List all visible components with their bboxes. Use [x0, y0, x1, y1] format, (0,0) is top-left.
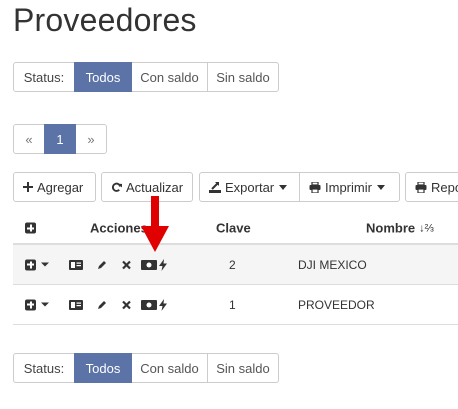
imprimir-label: Imprimir [325, 179, 372, 195]
pagination-next-button[interactable]: » [75, 124, 107, 154]
exportar-button[interactable]: Exportar [199, 172, 300, 202]
status-todos-button[interactable]: Todos [74, 62, 132, 92]
table-header: Acciones Clave Nombre ↓⅔ [13, 213, 458, 245]
page-title: Proveedores [13, 2, 197, 38]
row-expand-control[interactable] [25, 259, 49, 270]
header-nombre[interactable]: Nombre ↓⅔ [366, 221, 434, 236]
agregar-label: Agregar [37, 179, 84, 195]
row-expand-control[interactable] [25, 299, 49, 310]
reportes-button[interactable]: Repo [405, 172, 458, 202]
chevron-down-icon [376, 184, 385, 190]
table-row: 2 DJI MEXICO [13, 245, 458, 285]
refresh-icon [111, 182, 122, 193]
status-label: Status: [13, 353, 75, 383]
bolt-icon[interactable] [159, 258, 167, 271]
pagination-prev-button[interactable]: « [13, 124, 45, 154]
bolt-icon[interactable] [159, 298, 167, 311]
agregar-button[interactable]: Agregar [13, 172, 96, 202]
sort-alpha-icon: ↓⅔ [419, 222, 434, 234]
nombre-cell: DJI MEXICO [298, 257, 367, 272]
print-icon [415, 181, 427, 193]
header-clave[interactable]: Clave [216, 221, 251, 236]
plus-square-icon [25, 299, 36, 310]
plus-icon [23, 182, 33, 192]
money-icon[interactable] [141, 299, 157, 310]
actualizar-label: Actualizar [126, 179, 184, 195]
export-print-group: Exportar Imprimir [199, 172, 400, 202]
status-filter-top: Status: Todos Con saldo Sin saldo [13, 62, 279, 92]
export-icon [209, 181, 221, 193]
reportes-label: Repo [431, 179, 458, 195]
imprimir-button[interactable]: Imprimir [299, 172, 400, 202]
pencil-icon[interactable] [97, 300, 107, 310]
status-con-saldo-button[interactable]: Con saldo [131, 62, 208, 92]
print-icon [309, 181, 321, 193]
expand-all-icon[interactable] [25, 222, 36, 234]
status-sin-saldo-button[interactable]: Sin saldo [207, 353, 279, 383]
status-con-saldo-button[interactable]: Con saldo [131, 353, 208, 383]
header-nombre-label: Nombre [366, 220, 416, 236]
status-filter-bottom: Status: Todos Con saldo Sin saldo [13, 353, 279, 383]
clave-cell: 2 [229, 257, 236, 272]
id-card-icon[interactable] [69, 259, 83, 270]
caret-down-icon [41, 302, 49, 307]
caret-down-icon [41, 262, 49, 267]
plus-square-icon [25, 259, 36, 270]
money-icon[interactable] [141, 259, 157, 270]
annotation-arrow [141, 196, 169, 252]
exportar-label: Exportar [225, 179, 275, 195]
proveedores-table: Acciones Clave Nombre ↓⅔ 2 DJI MEXICO 1 … [13, 213, 458, 325]
status-sin-saldo-button[interactable]: Sin saldo [207, 62, 279, 92]
chevron-down-icon [279, 184, 288, 190]
pencil-icon[interactable] [97, 260, 107, 270]
id-card-icon[interactable] [69, 299, 83, 310]
close-icon[interactable] [122, 300, 131, 309]
nombre-cell: PROVEEDOR [298, 297, 375, 312]
close-icon[interactable] [122, 260, 131, 269]
pagination-page-1[interactable]: 1 [44, 124, 76, 154]
table-row: 1 PROVEEDOR [13, 285, 458, 325]
pagination: « 1 » [13, 124, 107, 154]
status-label: Status: [13, 62, 75, 92]
clave-cell: 1 [229, 297, 236, 312]
status-todos-button[interactable]: Todos [74, 353, 132, 383]
